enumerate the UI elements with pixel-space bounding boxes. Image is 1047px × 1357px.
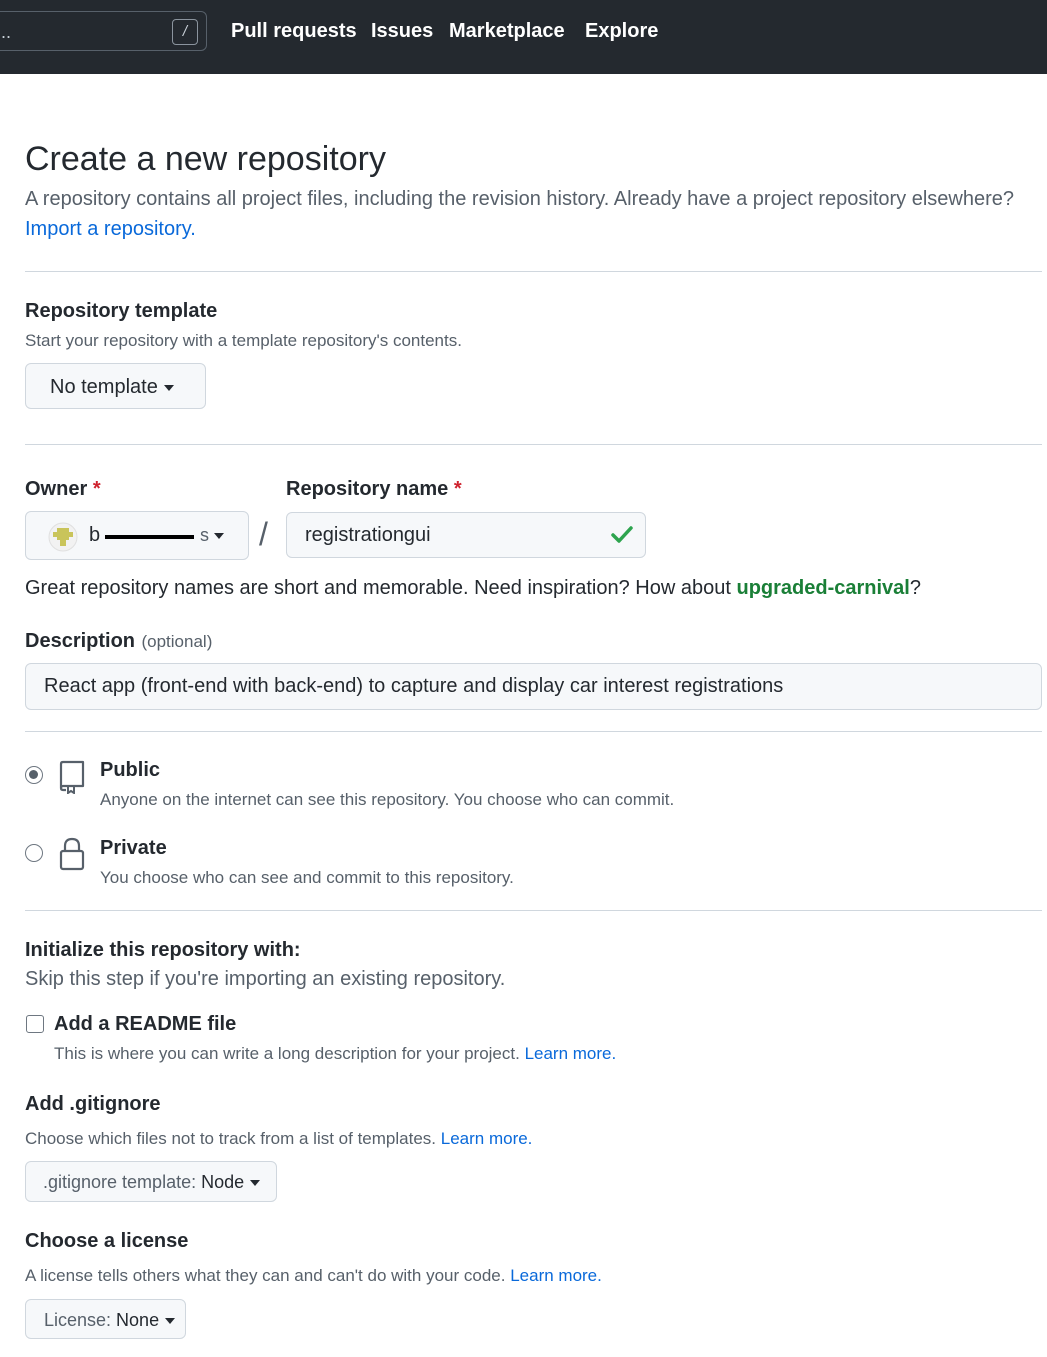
license-learn-more-link[interactable]: Learn more. [510, 1266, 602, 1285]
name-suggestion-link[interactable]: upgraded-carnival [736, 577, 909, 599]
owner-name-end: s [200, 525, 209, 545]
gitignore-dropdown-button[interactable]: .gitignore template: Node [25, 1161, 277, 1202]
repo-book-icon [59, 760, 85, 794]
license-label: Choose a license [25, 1230, 189, 1252]
chevron-down-icon [214, 533, 224, 539]
initialize-heading: Initialize this repository with: [25, 939, 301, 961]
divider [25, 271, 1042, 272]
description-input[interactable]: React app (front-end with back-end) to c… [25, 663, 1042, 710]
license-button-prefix: License: [44, 1310, 117, 1330]
gitignore-note: Choose which files not to track from a l… [25, 1129, 532, 1149]
check-icon [611, 526, 633, 543]
nav-issues[interactable]: Issues [371, 20, 433, 43]
public-label: Public [100, 759, 161, 781]
divider [25, 910, 1042, 911]
divider [25, 731, 1042, 732]
owner-name-start: b [89, 524, 101, 546]
divider [25, 444, 1042, 445]
private-label: Private [100, 837, 167, 859]
public-note: Anyone on the internet can see this repo… [100, 790, 675, 809]
license-note-text: A license tells others what they can and… [25, 1266, 506, 1285]
description-label: Description (optional) [25, 630, 212, 653]
owner-label-text: Owner [25, 478, 88, 500]
gitignore-learn-more-link[interactable]: Learn more. [441, 1129, 533, 1148]
top-navbar: .. / Pull requests Issues Marketplace Ex… [0, 0, 1047, 74]
gitignore-button-prefix: .gitignore template: [43, 1172, 202, 1192]
owner-avatar [48, 522, 78, 552]
template-label: Repository template [25, 300, 218, 322]
lock-icon [59, 837, 85, 871]
chevron-down-icon [250, 1180, 261, 1187]
page-intro: A repository contains all project files,… [25, 188, 1015, 210]
search-text: .. [1, 22, 12, 42]
required-mark: * [92, 478, 101, 500]
readme-note: This is where you can write a long descr… [54, 1044, 616, 1064]
license-dropdown-button[interactable]: License: None [25, 1299, 186, 1339]
description-label-text: Description [25, 630, 136, 652]
readme-learn-more-link[interactable]: Learn more. [525, 1044, 617, 1063]
chevron-down-icon [163, 384, 174, 391]
public-radio[interactable] [25, 766, 43, 784]
repo-name-value: registrationgui [305, 524, 431, 546]
gitignore-label: Add .gitignore [25, 1093, 161, 1115]
repo-name-label: Repository name * [286, 478, 462, 501]
template-dropdown-label: No template [50, 376, 158, 398]
chevron-down-icon [165, 1318, 176, 1325]
redaction-bar [105, 535, 194, 539]
page-title: Create a new repository [25, 140, 386, 178]
template-note: Start your repository with a template re… [25, 331, 462, 350]
gitignore-button-value: Node [201, 1172, 245, 1192]
optional-tag: (optional) [141, 632, 213, 651]
search-shortcut-key: / [172, 19, 198, 45]
required-mark: * [453, 478, 462, 500]
license-note: A license tells others what they can and… [25, 1266, 602, 1286]
nav-explore[interactable]: Explore [585, 20, 658, 43]
repo-name-input[interactable]: registrationgui [286, 512, 646, 558]
private-radio[interactable] [25, 844, 43, 862]
initialize-note: Skip this step if you're importing an ex… [25, 968, 506, 990]
owner-repo-separator: / [259, 516, 268, 552]
readme-note-text: This is where you can write a long descr… [54, 1044, 520, 1063]
nav-marketplace[interactable]: Marketplace [449, 20, 565, 43]
repo-name-hint-suffix: ? [909, 577, 921, 599]
readme-checkbox[interactable] [26, 1015, 44, 1033]
license-button-value: None [116, 1310, 160, 1330]
owner-label: Owner * [25, 478, 101, 501]
readme-label: Add a README file [54, 1013, 237, 1035]
repo-name-label-text: Repository name [286, 478, 449, 500]
repo-name-hint-text: Great repository names are short and mem… [25, 577, 737, 599]
search-input[interactable]: .. / [0, 11, 207, 51]
nav-pull-requests[interactable]: Pull requests [231, 20, 357, 43]
gitignore-note-text: Choose which files not to track from a l… [25, 1129, 437, 1148]
template-dropdown-button[interactable]: No template [25, 363, 206, 409]
import-repository-link[interactable]: Import a repository. [25, 218, 196, 241]
repo-name-hint: Great repository names are short and mem… [25, 577, 921, 600]
private-note: You choose who can see and commit to thi… [100, 868, 514, 887]
owner-dropdown[interactable]: b s [25, 511, 249, 560]
